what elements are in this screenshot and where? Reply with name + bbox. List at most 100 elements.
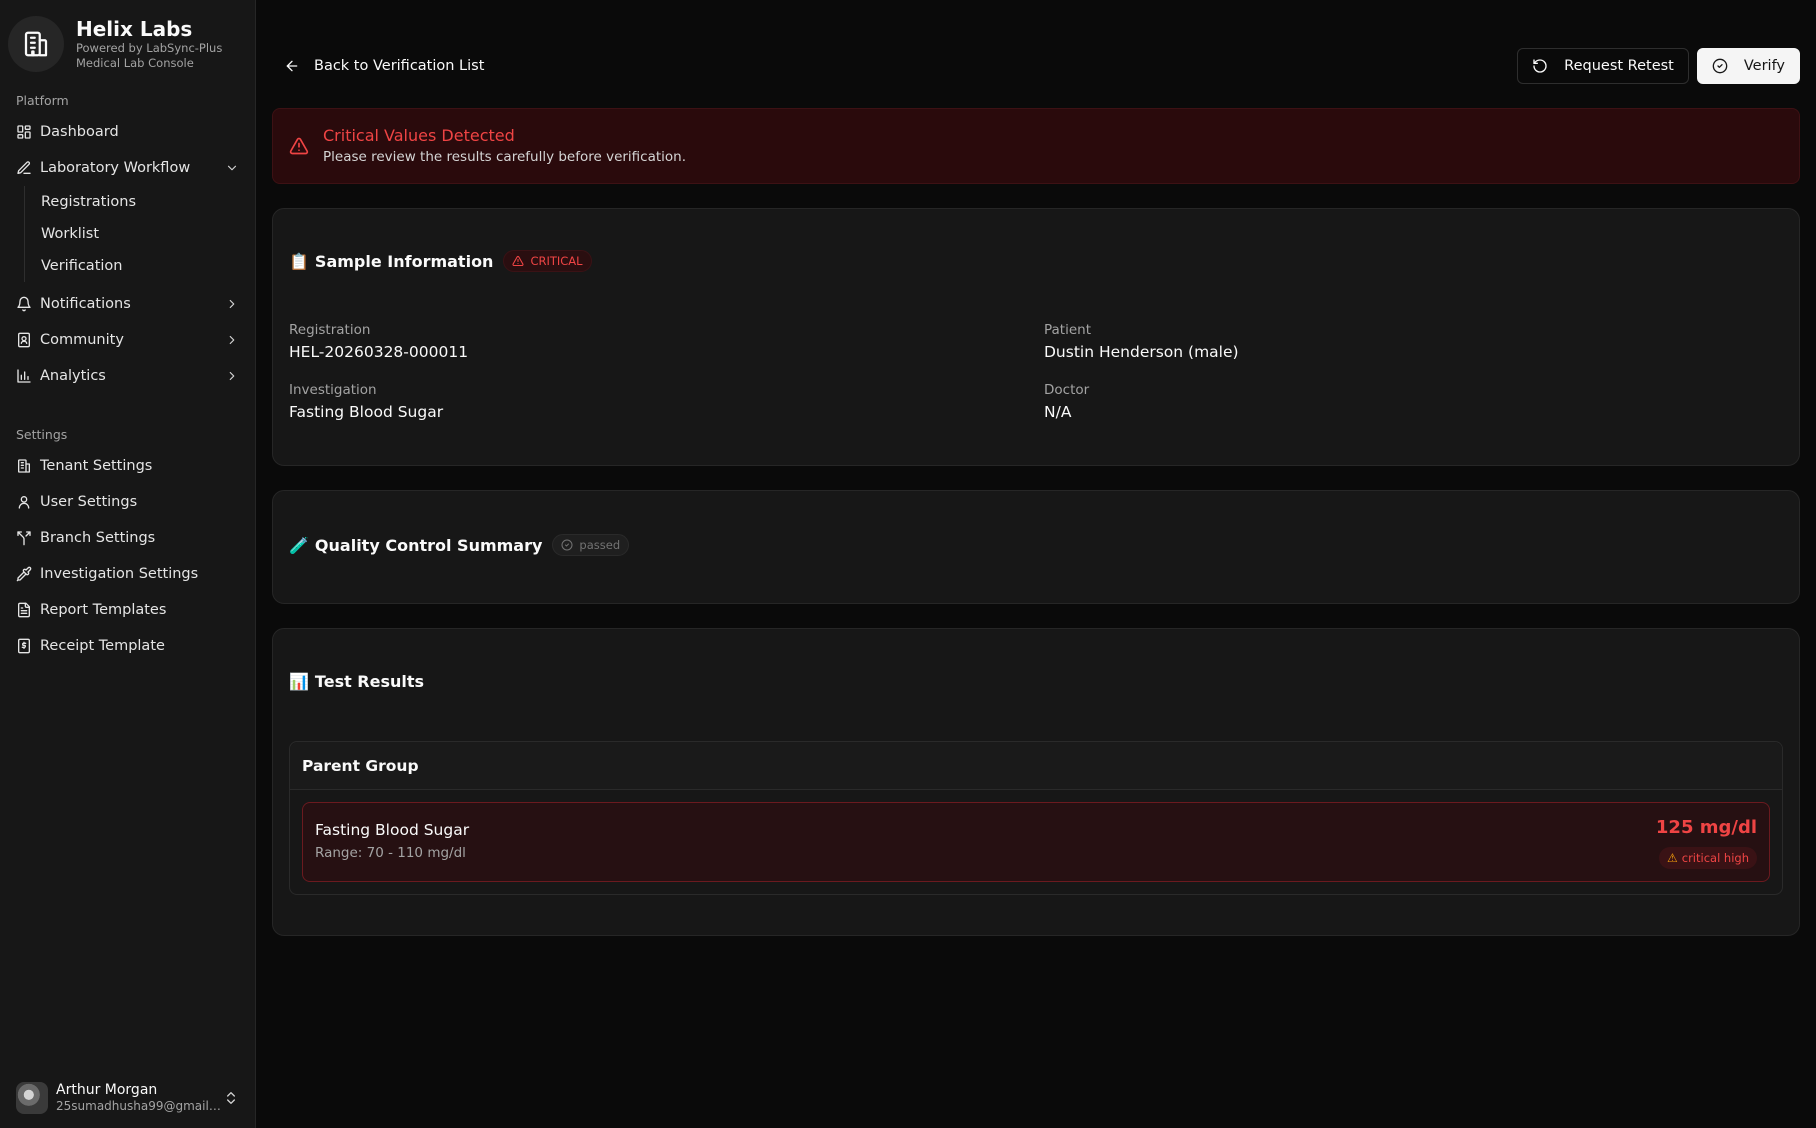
result-group-name: Parent Group bbox=[290, 742, 1782, 790]
brand-name: Helix Labs bbox=[76, 17, 193, 41]
sidebar-item-label: Analytics bbox=[40, 368, 106, 384]
sidebar-item-receipt-template[interactable]: Receipt Template bbox=[8, 628, 247, 664]
critical-flag-badge: ⚠ critical high bbox=[1658, 847, 1757, 869]
status-badge: CRITICAL bbox=[503, 250, 592, 272]
branch-icon bbox=[17, 531, 31, 546]
bar-chart-icon bbox=[17, 369, 31, 383]
back-link-label: Back to Verification List bbox=[314, 58, 485, 74]
sidebar-item-label: Branch Settings bbox=[40, 530, 156, 546]
status-badge-label: CRITICAL bbox=[530, 254, 583, 268]
qc-status-label: passed bbox=[579, 538, 621, 552]
chevron-right-icon bbox=[229, 299, 235, 309]
sidebar-subitem-registrations[interactable]: Registrations bbox=[25, 186, 255, 218]
laboratory-workflow-subnav: Registrations Worklist Verification bbox=[24, 186, 255, 282]
registration-field: Registration HEL-20260328-000011 bbox=[289, 321, 989, 363]
page-header: Back to Verification List Request Retest… bbox=[256, 48, 1816, 84]
result-value: 125 mg/dl bbox=[1655, 817, 1757, 838]
registration-value: HEL-20260328-000011 bbox=[289, 343, 469, 361]
sidebar-item-label: Report Templates bbox=[40, 602, 167, 618]
main-content: Back to Verification List Request Retest… bbox=[256, 0, 1816, 1128]
sidebar-item-community[interactable]: Community bbox=[8, 322, 247, 358]
result-row[interactable]: Fasting Blood Sugar Range: 70 - 110 mg/d… bbox=[302, 802, 1770, 882]
sidebar-item-dashboard[interactable]: Dashboard bbox=[8, 114, 247, 150]
brand-subtitle: Powered by LabSync-Plus bbox=[76, 41, 223, 55]
patient-field: Patient Dustin Henderson (male) bbox=[1044, 321, 1744, 363]
check-circle-icon bbox=[561, 539, 573, 551]
doctor-field: Doctor N/A bbox=[1044, 381, 1744, 423]
chevron-right-icon bbox=[229, 371, 235, 381]
sidebar-item-user-settings[interactable]: User Settings bbox=[8, 484, 247, 520]
pipette-icon bbox=[16, 566, 32, 582]
verify-label: Verify bbox=[1743, 58, 1785, 74]
quality-control-card: 🧪 Quality Control Summary passed bbox=[272, 490, 1800, 604]
sample-information-heading: 📋 Sample Information CRITICAL bbox=[289, 250, 592, 272]
sidebar-subitem-worklist[interactable]: Worklist bbox=[25, 218, 255, 250]
critical-values-alert: Critical Values Detected Please review t… bbox=[272, 108, 1800, 184]
request-retest-button[interactable]: Request Retest bbox=[1517, 48, 1689, 84]
sidebar-item-label: Tenant Settings bbox=[40, 458, 153, 474]
sidebar-item-label: User Settings bbox=[40, 494, 138, 510]
platform-section-label: Platform bbox=[16, 93, 69, 108]
sidebar-item-branch-settings[interactable]: Branch Settings bbox=[8, 520, 247, 556]
alert-title: Critical Values Detected bbox=[323, 126, 515, 145]
quality-control-title: Quality Control Summary bbox=[314, 535, 543, 555]
sidebar-item-investigation-settings[interactable]: Investigation Settings bbox=[8, 556, 247, 592]
sidebar-subitem-verification[interactable]: Verification bbox=[25, 250, 255, 282]
test-tube-icon: 🧪 bbox=[289, 535, 309, 555]
test-results-card: 📊 Test Results Parent Group Fasting Bloo… bbox=[272, 628, 1800, 936]
registration-label: Registration bbox=[289, 322, 371, 338]
test-results-title: Test Results bbox=[314, 672, 425, 691]
chevron-down-icon bbox=[227, 165, 237, 171]
sidebar-item-label: Receipt Template bbox=[40, 638, 165, 654]
bell-icon bbox=[17, 296, 31, 312]
settings-section-label: Settings bbox=[16, 427, 68, 442]
qc-status-badge: passed bbox=[552, 534, 630, 556]
sidebar-item-tenant-settings[interactable]: Tenant Settings bbox=[8, 448, 247, 484]
back-to-verification-list-link[interactable]: Back to Verification List bbox=[284, 48, 484, 84]
arrow-left-icon bbox=[286, 60, 298, 72]
sample-information-title: Sample Information bbox=[314, 251, 494, 271]
sidebar-item-report-templates[interactable]: Report Templates bbox=[8, 592, 247, 628]
sample-information-card: 📋 Sample Information CRITICAL Registrati… bbox=[272, 208, 1800, 466]
avatar bbox=[16, 1082, 48, 1114]
brand-subtitle-2: Medical Lab Console bbox=[76, 56, 194, 70]
clipboard-icon: 📋 bbox=[289, 251, 309, 271]
sidebar-group-laboratory-workflow: Laboratory Workflow Registrations Workli… bbox=[0, 150, 255, 286]
result-group: Parent Group Fasting Blood Sugar Range: … bbox=[289, 741, 1783, 895]
user-email: 25sumadhusha99@gmail.c... bbox=[56, 1099, 223, 1113]
user-menu[interactable]: Arthur Morgan 25sumadhusha99@gmail.c... bbox=[0, 1068, 255, 1128]
sidebar-item-label: Investigation Settings bbox=[40, 566, 199, 582]
book-user-icon bbox=[18, 332, 30, 348]
sidebar-item-label: Laboratory Workflow bbox=[40, 160, 191, 176]
investigation-value: Fasting Blood Sugar bbox=[289, 403, 444, 421]
file-text-icon bbox=[18, 602, 30, 618]
sidebar-item-notifications[interactable]: Notifications bbox=[8, 286, 247, 322]
alert-description: Please review the results carefully befo… bbox=[323, 149, 687, 165]
quality-control-heading: 🧪 Quality Control Summary passed bbox=[289, 534, 630, 556]
warning-icon: ⚠ bbox=[1666, 851, 1678, 865]
sidebar-item-label: Notifications bbox=[40, 296, 131, 312]
patient-value: Dustin Henderson (male) bbox=[1044, 343, 1239, 361]
verify-button[interactable]: Verify bbox=[1696, 48, 1800, 84]
bar-chart-icon: 📊 bbox=[289, 672, 309, 691]
user-icon bbox=[18, 496, 30, 509]
alert-triangle-icon bbox=[289, 137, 309, 155]
check-circle-icon bbox=[1712, 58, 1728, 74]
rotate-ccw-icon bbox=[1533, 59, 1547, 73]
sidebar-item-laboratory-workflow[interactable]: Laboratory Workflow bbox=[8, 150, 247, 186]
sidebar-item-analytics[interactable]: Analytics bbox=[8, 358, 247, 394]
doctor-value: N/A bbox=[1044, 403, 1072, 421]
sidebar-item-label: Dashboard bbox=[40, 124, 119, 140]
result-reference-range: Range: 70 - 110 mg/dl bbox=[315, 845, 466, 861]
patient-label: Patient bbox=[1044, 322, 1092, 338]
sidebar: Helix Labs Powered by LabSync-Plus Medic… bbox=[0, 0, 256, 1128]
result-test-name: Fasting Blood Sugar bbox=[315, 821, 470, 839]
brand-header[interactable]: Helix Labs Powered by LabSync-Plus Medic… bbox=[0, 0, 255, 78]
investigation-field: Investigation Fasting Blood Sugar bbox=[289, 381, 989, 423]
request-retest-label: Request Retest bbox=[1564, 58, 1674, 74]
user-name: Arthur Morgan bbox=[56, 1082, 158, 1098]
building-icon bbox=[18, 459, 30, 473]
chevron-right-icon bbox=[229, 335, 235, 345]
critical-flag-label: critical high bbox=[1681, 851, 1749, 865]
building-icon bbox=[8, 16, 64, 72]
